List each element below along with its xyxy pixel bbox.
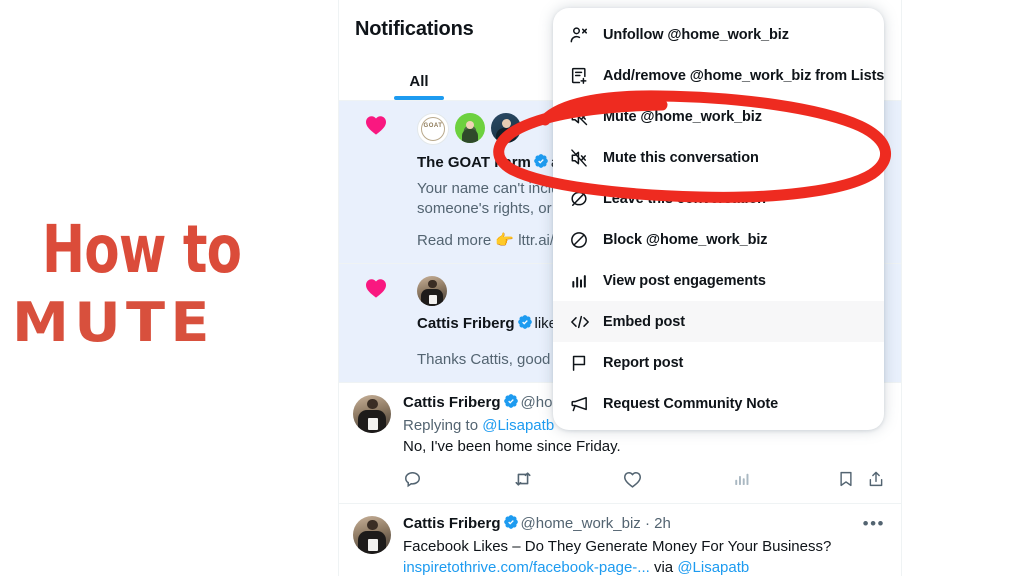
notification-type-icon xyxy=(353,113,411,251)
retweet-icon[interactable] xyxy=(513,469,623,489)
tweet-content: ••• Cattis Friberg @home_work_biz · 2h Fa… xyxy=(393,514,885,576)
page-title: Notifications xyxy=(355,17,474,40)
menu-item-block[interactable]: Block @home_work_biz xyxy=(553,219,884,260)
heart-icon xyxy=(366,279,386,298)
menu-item-add-remove-lists[interactable]: Add/remove @home_work_biz from Lists xyxy=(553,55,884,96)
heart-icon xyxy=(366,116,386,135)
verified-badge-icon xyxy=(517,314,533,336)
post-options-menu: Unfollow @home_work_biz Add/remove @home… xyxy=(553,8,884,430)
tweet-text: No, I've been home since Friday. xyxy=(403,438,621,455)
code-icon xyxy=(569,312,603,332)
verified-badge-icon xyxy=(503,393,519,415)
menu-item-view-engagements[interactable]: View post engagements xyxy=(553,260,884,301)
promo-panel: How to MUTE xyxy=(0,0,338,576)
tweet-text: Facebook Likes – Do They Generate Money … xyxy=(403,538,832,555)
menu-item-label: Add/remove @home_work_biz from Lists xyxy=(603,67,884,84)
avatar[interactable] xyxy=(353,516,391,554)
list-plus-icon xyxy=(569,66,603,86)
mute-speaker-icon xyxy=(569,107,603,127)
avatar[interactable] xyxy=(417,276,447,306)
tab-active-indicator xyxy=(394,96,444,100)
menu-item-label: Request Community Note xyxy=(603,395,779,412)
tweet-via-handle[interactable]: @Lisapatb xyxy=(677,559,749,576)
tweet-timestamp: 2h xyxy=(654,515,671,532)
tweet-more-options-button[interactable]: ••• xyxy=(863,515,885,532)
flag-icon xyxy=(569,353,603,373)
tweet-avatar-cell xyxy=(353,514,393,576)
menu-item-label: Mute this conversation xyxy=(603,149,759,166)
bar-chart-icon xyxy=(569,271,603,291)
replying-to-prefix: Replying to xyxy=(403,417,483,434)
tweet-header: Cattis Friberg @home_work_biz · 2h xyxy=(403,514,885,536)
tweet-row[interactable]: ••• Cattis Friberg @home_work_biz · 2h Fa… xyxy=(339,504,901,576)
tweet-action-bar xyxy=(403,459,885,499)
verified-badge-icon xyxy=(533,153,549,175)
tweet-via-prefix: via xyxy=(649,559,678,576)
menu-item-label: Block @home_work_biz xyxy=(603,231,768,248)
tab-all[interactable]: All xyxy=(339,58,499,100)
tweet-link[interactable]: inspiretothrive.com/facebook-page-... xyxy=(403,559,650,576)
megaphone-icon xyxy=(569,394,603,414)
tweet-author-handle: @home_work_biz xyxy=(520,515,641,532)
menu-item-unfollow[interactable]: Unfollow @home_work_biz xyxy=(553,14,884,55)
menu-item-label: View post engagements xyxy=(603,272,766,289)
like-icon[interactable] xyxy=(623,470,733,489)
notification-actor-name: Cattis Friberg xyxy=(417,315,515,332)
person-x-icon xyxy=(569,25,603,45)
menu-item-label: Mute @home_work_biz xyxy=(603,108,762,125)
menu-item-request-community-note[interactable]: Request Community Note xyxy=(553,383,884,424)
menu-item-leave-conversation[interactable]: Leave this conversation xyxy=(553,178,884,219)
menu-item-label: Embed post xyxy=(603,313,685,330)
menu-item-mute-conversation[interactable]: Mute this conversation xyxy=(553,137,884,178)
tweet-avatar-cell xyxy=(353,393,393,499)
bookmark-icon[interactable] xyxy=(817,470,855,488)
avatar[interactable] xyxy=(491,113,521,143)
notification-type-icon xyxy=(353,276,411,370)
leave-conversation-icon xyxy=(569,189,603,209)
promo-headline-line2: MUTE xyxy=(12,291,215,354)
avatar[interactable] xyxy=(455,113,485,143)
replying-to-handle[interactable]: @Lisapatb xyxy=(482,417,554,434)
menu-item-embed-post[interactable]: Embed post xyxy=(553,301,884,342)
tweet-separator: · xyxy=(640,515,655,532)
menu-item-label: Report post xyxy=(603,354,684,371)
block-icon xyxy=(569,230,603,250)
verified-badge-icon xyxy=(503,514,519,536)
screenshot-root: How to MUTE Notifications All GOAT The G… xyxy=(0,0,1024,576)
analytics-icon[interactable] xyxy=(733,470,817,488)
share-icon[interactable] xyxy=(855,470,885,488)
avatar[interactable]: GOAT xyxy=(417,113,449,145)
promo-headline-line1: How to xyxy=(42,211,242,288)
tweet-author-name: Cattis Friberg xyxy=(403,394,501,411)
avatar[interactable] xyxy=(353,395,391,433)
mute-conversation-icon xyxy=(569,148,603,168)
tweet-link-line: inspiretothrive.com/facebook-page-... vi… xyxy=(403,557,885,576)
menu-item-report-post[interactable]: Report post xyxy=(553,342,884,383)
menu-item-mute-user[interactable]: Mute @home_work_biz xyxy=(553,96,884,137)
notification-actor-name: The GOAT Farm xyxy=(417,154,531,171)
tweet-author-name: Cattis Friberg xyxy=(403,515,501,532)
menu-item-label: Leave this conversation xyxy=(603,190,766,207)
reply-icon[interactable] xyxy=(403,470,513,489)
menu-item-label: Unfollow @home_work_biz xyxy=(603,26,789,43)
